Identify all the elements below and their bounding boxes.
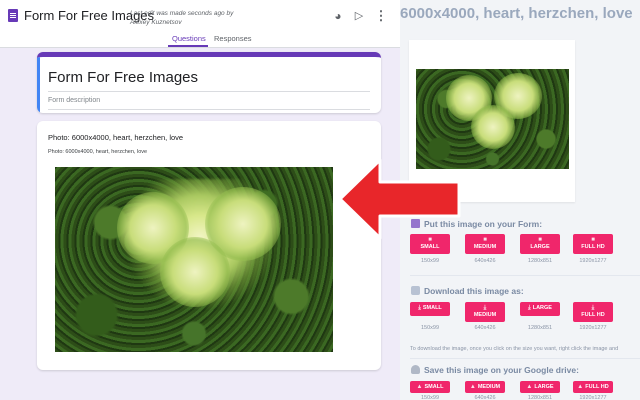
download-icon: ⤓ — [483, 305, 487, 311]
download-small-button[interactable]: ⤓ SMALL — [410, 302, 450, 316]
button-label: SMALL — [424, 384, 444, 390]
heart-hedge-thumbnail[interactable] — [416, 69, 569, 169]
heart-bottom — [160, 237, 230, 307]
forms-icon: ■ — [483, 237, 487, 243]
button-label: MEDIUM — [473, 312, 497, 318]
download-heading-text: Download this image as: — [424, 286, 524, 296]
tab-responses[interactable]: Responses — [214, 34, 252, 43]
download-instructions: To download the image, once you click on… — [410, 346, 619, 352]
size-label: 150x99 — [420, 395, 440, 400]
forms-icon: ■ — [591, 237, 595, 243]
download-icon: ⤓ — [418, 305, 421, 311]
size-label: 640x426 — [474, 325, 496, 331]
active-tab-indicator — [168, 45, 208, 47]
drive-heading-text: Save this image on your Google drive: — [424, 365, 579, 375]
more-vert-icon[interactable]: ⋮ — [374, 9, 388, 23]
question-title[interactable]: Photo: 6000x4000, heart, herzchen, love — [48, 133, 183, 142]
drive-large-button[interactable]: ▲ LARGE — [520, 381, 560, 393]
button-label: FULL HD — [581, 244, 605, 250]
download-medium-button[interactable]: ⤓ MEDIUM — [465, 302, 505, 322]
size-label: 640x426 — [474, 258, 496, 264]
form-large-button[interactable]: ■ LARGE — [520, 234, 560, 254]
form-medium-button[interactable]: ■ MEDIUM — [465, 234, 505, 254]
send-icon[interactable]: ▷ — [352, 9, 366, 23]
palette-icon[interactable]: ◕ — [331, 9, 345, 23]
button-label: FULL HD — [585, 384, 609, 390]
download-fullhd-button[interactable]: ⤓ FULL HD — [573, 302, 613, 322]
last-edit-text[interactable]: Last edit was made seconds ago by Alexey… — [130, 9, 240, 27]
drive-icon: ▲ — [469, 384, 476, 390]
button-label: LARGE — [534, 384, 554, 390]
heart-hedge-image[interactable] — [55, 167, 333, 352]
download-icon — [411, 286, 420, 295]
button-label: FULL HD — [581, 312, 605, 318]
button-label: SMALL — [420, 244, 440, 250]
google-drive-icon — [411, 365, 420, 374]
forms-top-bar: Form For Free Images Last edit was made … — [0, 0, 400, 48]
drive-icon: ▲ — [526, 384, 533, 390]
button-label: SMALL — [422, 305, 442, 311]
form-fullhd-button[interactable]: ■ FULL HD — [573, 234, 613, 254]
question-description[interactable]: Photo: 6000x4000, heart, herzchen, love — [48, 149, 147, 155]
size-label: 1280x851 — [527, 395, 553, 400]
size-label: 1920x1277 — [579, 325, 607, 331]
download-icon: ⤓ — [591, 305, 595, 311]
drive-icon: ▲ — [577, 384, 584, 390]
forms-icon: ■ — [538, 237, 542, 243]
size-label: 150x99 — [420, 258, 440, 264]
download-heading: Download this image as: — [411, 286, 524, 296]
drive-fullhd-button[interactable]: ▲ FULL HD — [573, 381, 613, 393]
form-header-card[interactable]: Form For Free Images Form description — [37, 52, 381, 113]
size-label: 150x99 — [420, 325, 440, 331]
drive-icon: ▲ — [416, 384, 423, 390]
form-description-field[interactable]: Form description — [48, 97, 100, 104]
drive-small-button[interactable]: ▲ SMALL — [410, 381, 450, 393]
download-large-button[interactable]: ⤓ LARGE — [520, 302, 560, 316]
form-title-underline — [48, 91, 370, 92]
image-question-card[interactable]: Photo: 6000x4000, heart, herzchen, love … — [37, 121, 381, 370]
download-icon: ⤓ — [528, 305, 531, 311]
size-label: 1280x851 — [527, 258, 553, 264]
button-label: LARGE — [532, 305, 552, 311]
drive-heading: Save this image on your Google drive: — [411, 365, 579, 375]
drive-medium-button[interactable]: ▲ MEDIUM — [465, 381, 505, 393]
size-label: 640x426 — [474, 395, 496, 400]
section-divider — [410, 358, 640, 359]
red-arrow-icon — [338, 158, 461, 240]
size-label: 1280x851 — [527, 325, 553, 331]
size-label: 1920x1277 — [579, 258, 607, 264]
size-label: 1920x1277 — [579, 395, 607, 400]
button-label: MEDIUM — [473, 244, 497, 250]
section-divider — [410, 275, 640, 276]
image-page-title: 6000x4000, heart, herzchen, love — [400, 5, 633, 22]
button-label: LARGE — [530, 244, 550, 250]
form-title[interactable]: Form For Free Images — [48, 69, 198, 86]
tab-questions[interactable]: Questions — [172, 34, 206, 43]
form-description-underline — [48, 109, 370, 110]
forms-logo-icon[interactable] — [8, 9, 18, 22]
button-label: MEDIUM — [477, 384, 501, 390]
heart-bottom — [471, 105, 515, 149]
